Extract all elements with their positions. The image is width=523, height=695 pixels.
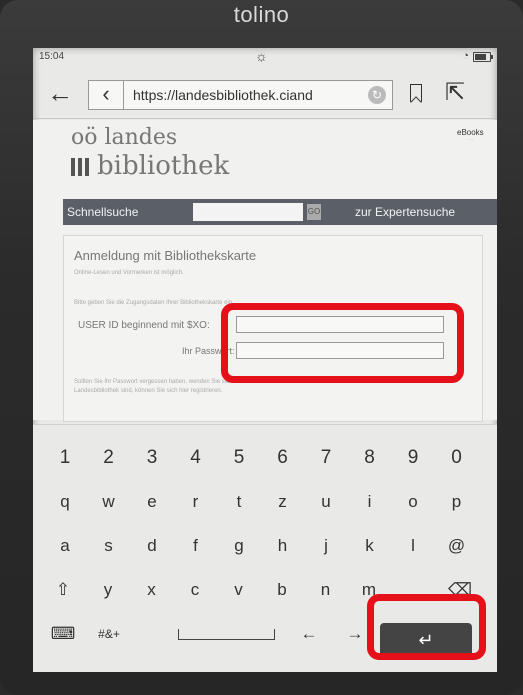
login-subtitle: Online-Lesen und Vormerken ist möglich. xyxy=(74,270,184,276)
battery-icon xyxy=(473,52,493,62)
bookmark-icon[interactable] xyxy=(410,84,422,102)
keyboard-row-2: a s d f g h j k l @ xyxy=(33,529,497,565)
key-n[interactable]: n xyxy=(306,573,346,607)
site-logo-text: bibliothek xyxy=(97,151,230,181)
chevron-left-icon[interactable]: ‹ xyxy=(89,81,124,109)
key-q[interactable]: q xyxy=(45,485,85,519)
browser-toolbar: ← ‹ https://landesbibliothek.ciand ↻ ⇱ xyxy=(33,70,497,119)
key-k[interactable]: k xyxy=(350,529,390,563)
key-j[interactable]: j xyxy=(306,529,346,563)
key-@[interactable]: @ xyxy=(437,529,477,563)
quick-search-label: Schnellsuche xyxy=(67,205,139,219)
key-t[interactable]: t xyxy=(219,485,259,519)
cursor-left-key[interactable]: ← xyxy=(289,617,329,651)
key-p[interactable]: p xyxy=(437,485,477,519)
highlight-login-fields xyxy=(221,303,464,383)
keyboard-hide-icon[interactable]: ⌨ xyxy=(43,617,83,651)
key-s[interactable]: s xyxy=(89,529,129,563)
quick-search-bar: Schnellsuche GO zur Expertensuche xyxy=(63,199,497,225)
key-i[interactable]: i xyxy=(350,485,390,519)
key-b[interactable]: b xyxy=(262,573,302,607)
back-arrow-icon[interactable]: ← xyxy=(47,78,73,109)
space-key[interactable] xyxy=(178,629,275,640)
key-r[interactable]: r xyxy=(176,485,216,519)
key-f[interactable]: f xyxy=(176,529,216,563)
site-logo-bottom: bibliothek xyxy=(71,151,229,181)
key-y[interactable]: y xyxy=(88,573,128,607)
key-2[interactable]: 2 xyxy=(89,441,129,475)
key-4[interactable]: 4 xyxy=(176,441,216,475)
key-5[interactable]: 5 xyxy=(219,441,259,475)
userid-label: USER ID beginnend mit $XO: xyxy=(78,320,210,331)
ereader-device: tolino 15:04 ☼ ◔ ← ‹ https://landesbibli… xyxy=(0,0,523,695)
key-g[interactable]: g xyxy=(219,529,259,563)
address-bar[interactable]: ‹ https://landesbibliothek.ciand ↻ xyxy=(88,80,393,110)
url-text[interactable]: https://landesbibliothek.ciand xyxy=(133,87,313,103)
highlight-enter-key xyxy=(367,594,486,660)
key-u[interactable]: u xyxy=(306,485,346,519)
key-o[interactable]: o xyxy=(393,485,433,519)
key-0[interactable]: 0 xyxy=(437,441,477,475)
ebooks-label: eBooks xyxy=(457,128,484,137)
key-8[interactable]: 8 xyxy=(350,441,390,475)
key-a[interactable]: a xyxy=(45,529,85,563)
key-h[interactable]: h xyxy=(263,529,303,563)
symbols-key[interactable]: #&+ xyxy=(89,617,129,651)
key-3[interactable]: 3 xyxy=(132,441,172,475)
key-6[interactable]: 6 xyxy=(263,441,303,475)
key-x[interactable]: x xyxy=(132,573,172,607)
key-v[interactable]: v xyxy=(219,573,259,607)
wifi-icon: ◔ xyxy=(462,50,469,62)
keyboard-number-row: 1234567890 xyxy=(33,441,497,477)
status-bar: 15:04 ☼ ◔ xyxy=(33,48,497,66)
key-1[interactable]: 1 xyxy=(45,441,85,475)
login-title: Anmeldung mit Bibliothekskarte xyxy=(74,248,257,263)
ebooks-badge[interactable]: eBooks · · · xyxy=(457,128,484,142)
key-9[interactable]: 9 xyxy=(393,441,433,475)
device-brand: tolino xyxy=(233,2,290,27)
quick-search-input[interactable] xyxy=(193,203,303,221)
key-l[interactable]: l xyxy=(393,529,433,563)
ebooks-sub: · · · xyxy=(467,137,474,142)
status-time: 15:04 xyxy=(39,51,65,62)
share-icon[interactable]: ⇱ xyxy=(445,78,465,107)
logo-bars-icon xyxy=(71,158,89,176)
shift-key[interactable]: ⇧ xyxy=(43,573,83,607)
login-help-text: Bitte geben Sie die Zugangsdaten Ihrer B… xyxy=(74,300,234,306)
keyboard-row-1: qwertzuiop xyxy=(33,485,497,521)
site-logo-top: oö landes xyxy=(71,125,178,150)
reload-icon[interactable]: ↻ xyxy=(368,86,386,104)
key-z[interactable]: z xyxy=(263,485,303,519)
expert-search-link[interactable]: zur Expertensuche xyxy=(355,205,455,219)
key-d[interactable]: d xyxy=(132,529,172,563)
brightness-icon[interactable]: ☼ xyxy=(255,48,268,64)
key-c[interactable]: c xyxy=(175,573,215,607)
quick-search-go-button[interactable]: GO xyxy=(307,204,321,220)
key-w[interactable]: w xyxy=(89,485,129,519)
key-7[interactable]: 7 xyxy=(306,441,346,475)
key-e[interactable]: e xyxy=(132,485,172,519)
